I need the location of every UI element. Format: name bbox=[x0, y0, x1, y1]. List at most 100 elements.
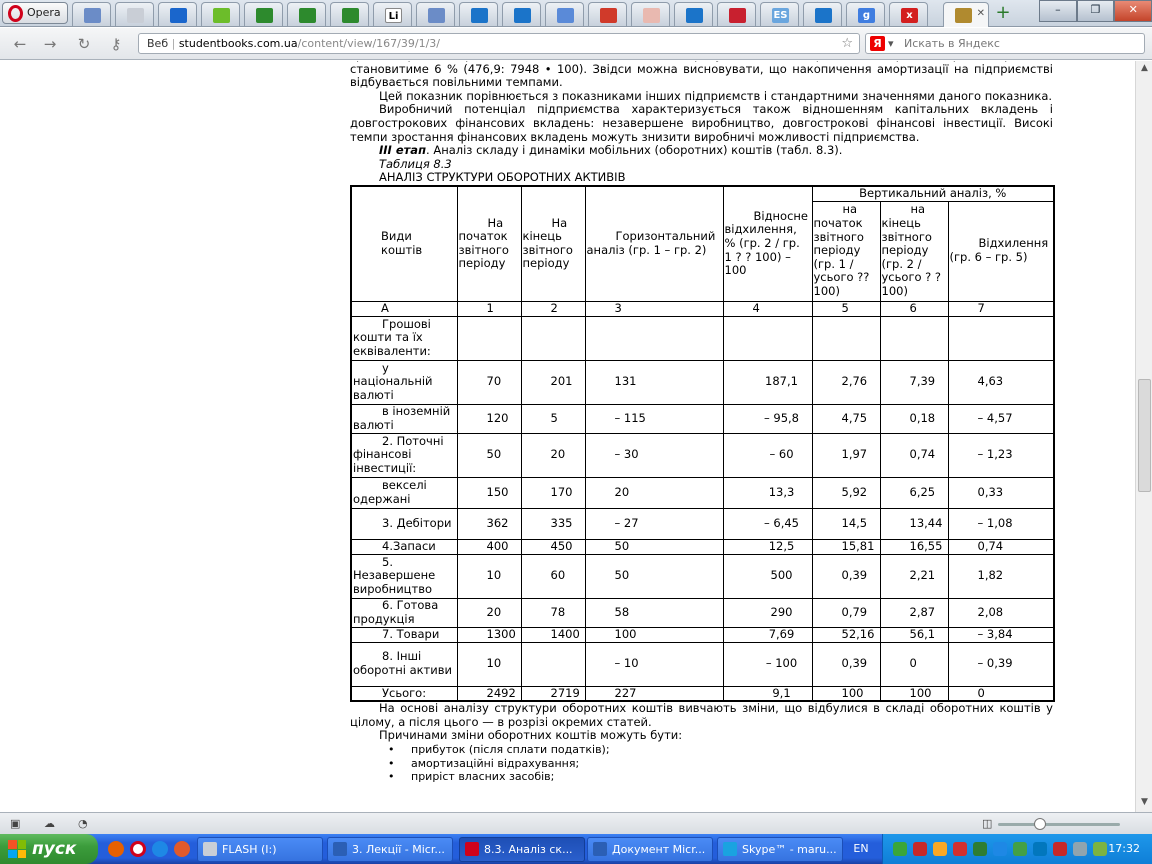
page-icon bbox=[84, 8, 101, 23]
value-cell: 50 bbox=[584, 538, 724, 555]
new-tab-button[interactable]: + bbox=[988, 3, 1018, 24]
value-cell: 20 bbox=[520, 432, 586, 478]
address-bar[interactable]: Веб | studentbooks.com.ua/content/view/1… bbox=[138, 33, 860, 54]
minimize-button[interactable]: – bbox=[1039, 0, 1077, 22]
browser-tab[interactable] bbox=[287, 2, 326, 26]
browser-tab[interactable] bbox=[330, 2, 369, 26]
row-label-cell: 6. Готова продукція bbox=[350, 597, 458, 628]
browser-tab[interactable] bbox=[244, 2, 283, 26]
tray-antivirus-icon[interactable] bbox=[953, 842, 967, 856]
taskbar-task[interactable]: Документ Micr... bbox=[587, 837, 713, 862]
forward-button[interactable]: → bbox=[40, 34, 60, 54]
value-cell: 2,21 bbox=[879, 553, 949, 599]
browser-tab[interactable] bbox=[674, 2, 713, 26]
tray-skype-icon[interactable] bbox=[1033, 842, 1047, 856]
reload-button[interactable]: ↻ bbox=[74, 34, 94, 54]
value-cell: 100 bbox=[584, 626, 724, 643]
value-cell: 150 bbox=[456, 476, 522, 509]
firefox-icon[interactable] bbox=[108, 841, 124, 857]
zoom-slider-knob[interactable] bbox=[1034, 818, 1046, 830]
taskbar: пуск FLASH (I:) 3. Лекції - Micr... 8.3. А… bbox=[0, 834, 1152, 864]
tray-volume-icon[interactable] bbox=[1073, 842, 1087, 856]
stage-label: III етап bbox=[379, 143, 427, 158]
value-cell: 15,81 bbox=[811, 538, 881, 555]
browser-tab[interactable]: ES bbox=[760, 2, 799, 26]
browser-tab[interactable] bbox=[115, 2, 154, 26]
browser-tab[interactable] bbox=[158, 2, 197, 26]
vertical-scrollbar[interactable]: ▲ ▼ bbox=[1135, 61, 1152, 812]
speed-dial-icon[interactable]: ◔ bbox=[78, 817, 92, 830]
tray-network-icon[interactable] bbox=[973, 842, 987, 856]
row-label-cell: в іноземній валюті bbox=[350, 403, 458, 434]
value-cell: 170 bbox=[520, 476, 586, 509]
value-cell bbox=[722, 315, 813, 361]
value-cell: 7,69 bbox=[722, 626, 813, 643]
tray-update-icon[interactable] bbox=[993, 842, 1007, 856]
header-v-begin-text: на початок звітного періоду (гр. 1 / усь… bbox=[813, 202, 870, 299]
opera-icon[interactable] bbox=[130, 841, 146, 857]
browser-tab[interactable]: x bbox=[889, 2, 928, 26]
close-tab-icon[interactable]: ✕ bbox=[977, 8, 985, 19]
browser-tab[interactable] bbox=[803, 2, 842, 26]
tray-shield-icon[interactable] bbox=[913, 842, 927, 856]
taskbar-task[interactable]: 8.3. Аналіз ск... bbox=[459, 837, 585, 862]
es-icon: ES bbox=[772, 8, 789, 23]
start-button[interactable]: пуск bbox=[0, 834, 98, 864]
close-window-button[interactable]: ✕ bbox=[1114, 0, 1152, 22]
zoom-slider[interactable] bbox=[998, 818, 1120, 830]
value-cell: 362 bbox=[456, 507, 522, 540]
browser-tab[interactable] bbox=[201, 2, 240, 26]
upload-arrow-icon bbox=[686, 8, 703, 23]
tray-check-icon[interactable] bbox=[1013, 842, 1027, 856]
scroll-up-arrow-icon[interactable]: ▲ bbox=[1138, 63, 1151, 76]
tray-red-icon[interactable] bbox=[1053, 842, 1067, 856]
taskbar-task[interactable]: Skype™ - maru... bbox=[717, 837, 843, 862]
browser-tab[interactable]: Li bbox=[373, 2, 412, 26]
list-item-text: амортизаційні відрахування; bbox=[411, 756, 580, 770]
language-indicator[interactable]: EN bbox=[846, 834, 876, 864]
taskbar-task-label: FLASH (I:) bbox=[222, 843, 277, 856]
value-cell: – 60 bbox=[722, 432, 813, 478]
tray-app-icon[interactable] bbox=[893, 842, 907, 856]
browser-tab[interactable]: g bbox=[846, 2, 885, 26]
browser-tab[interactable]: ✕ bbox=[943, 2, 989, 27]
tray-warning-icon[interactable] bbox=[933, 842, 947, 856]
header-rel: Відносне відхилення, % (гр. 2 / гр. 1 ? … bbox=[722, 185, 813, 302]
opera-menu-button[interactable]: Opera bbox=[2, 2, 68, 24]
list-item: амортизаційні відрахування; bbox=[350, 757, 1053, 771]
bookmark-star-icon[interactable]: ☆ bbox=[841, 34, 853, 53]
clock: 17:32 bbox=[1108, 842, 1140, 855]
browser-tab[interactable] bbox=[545, 2, 584, 26]
scroll-down-arrow-icon[interactable]: ▼ bbox=[1138, 797, 1151, 810]
taskbar-task[interactable]: 3. Лекції - Micr... bbox=[327, 837, 453, 862]
back-button[interactable]: ← bbox=[10, 34, 30, 54]
browser-tab[interactable] bbox=[588, 2, 627, 26]
zoom-out-icon[interactable]: ◫ bbox=[982, 817, 996, 830]
key-icon[interactable]: ⚷ bbox=[104, 34, 128, 54]
browser-tab[interactable] bbox=[459, 2, 498, 26]
yandex-icon: Я bbox=[870, 36, 885, 51]
browser-tab[interactable] bbox=[72, 2, 111, 26]
header-v-begin: на початок звітного періоду (гр. 1 / усь… bbox=[811, 200, 881, 302]
opera-icon bbox=[465, 842, 479, 856]
search-input[interactable]: Я ▾ Искать в Яндекс bbox=[865, 33, 1145, 54]
panel-toggle-icon[interactable]: ▣ bbox=[10, 817, 24, 830]
browser-tab[interactable] bbox=[717, 2, 756, 26]
browser-tab[interactable] bbox=[502, 2, 541, 26]
ie-icon[interactable] bbox=[152, 841, 168, 857]
scrollbar-thumb[interactable] bbox=[1138, 379, 1151, 492]
media-icon[interactable] bbox=[174, 841, 190, 857]
value-cell: 1400 bbox=[520, 626, 586, 643]
browser-tab[interactable] bbox=[631, 2, 670, 26]
taskbar-task[interactable]: FLASH (I:) bbox=[197, 837, 323, 862]
value-cell: 10 bbox=[456, 553, 522, 599]
restore-button[interactable]: ❐ bbox=[1076, 0, 1115, 22]
start-label: пуск bbox=[32, 839, 77, 859]
value-cell: 78 bbox=[520, 597, 586, 628]
browser-tab[interactable] bbox=[416, 2, 455, 26]
value-cell bbox=[520, 641, 586, 687]
list-item: прибуток (після сплати податків); bbox=[350, 743, 1053, 757]
tray-battery-icon[interactable] bbox=[1093, 842, 1107, 856]
cloud-icon[interactable]: ☁ bbox=[44, 817, 58, 830]
header-begin: На початок звітного періоду bbox=[456, 185, 522, 302]
